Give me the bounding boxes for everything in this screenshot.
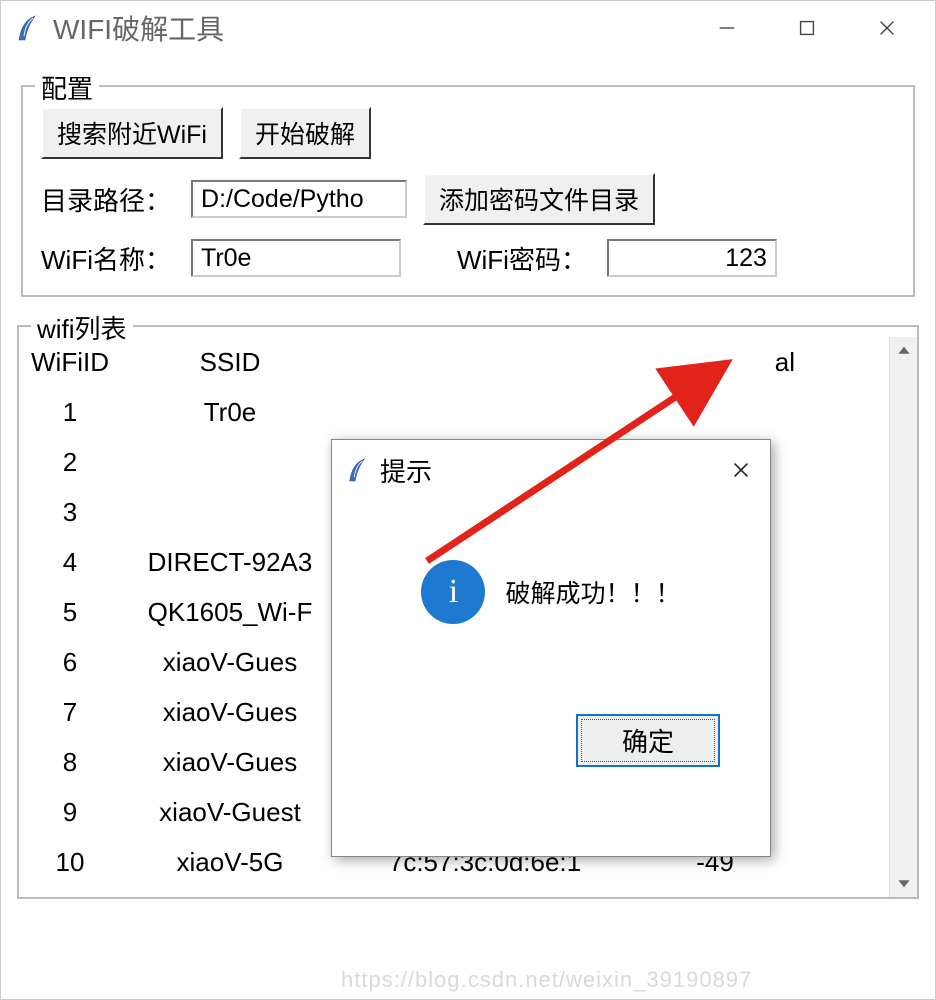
maximize-button[interactable]: [787, 8, 827, 48]
cell-id: 5: [25, 597, 115, 628]
cell-id: 6: [25, 647, 115, 678]
cell-ssid: xiaoV-Gues: [115, 697, 345, 728]
dialog-message: 破解成功！！！: [505, 574, 680, 610]
dialog-app-icon: [346, 457, 368, 483]
scroll-up-icon[interactable]: [890, 337, 917, 365]
cell-id: 3: [25, 497, 115, 528]
path-input[interactable]: [191, 180, 407, 218]
close-button[interactable]: [867, 8, 907, 48]
cell-ssid: xiaoV-Guest: [115, 797, 345, 828]
cell-id: 2: [25, 447, 115, 478]
dialog-close-button[interactable]: [726, 455, 756, 485]
table-row[interactable]: 1Tr0e: [25, 387, 883, 437]
cell-ssid: QK1605_Wi-F: [115, 597, 345, 628]
minimize-button[interactable]: [707, 8, 747, 48]
wifi-name-input[interactable]: [191, 239, 401, 277]
cell-id: 1: [25, 397, 115, 428]
main-window: WIFI破解工具 配置 搜索附近WiFi 开始破解 目录路径： 添加密码文件目录…: [0, 0, 936, 1000]
wifi-password-label: WiFi密码：: [457, 240, 587, 277]
wifi-list-group-label: wifi列表: [31, 309, 133, 346]
search-wifi-button[interactable]: 搜索附近WiFi: [41, 107, 223, 159]
wifi-name-label: WiFi名称：: [41, 240, 171, 277]
table-header-row: WiFiID SSID al: [25, 337, 883, 387]
cell-ssid: DIRECT-92A3: [115, 547, 345, 578]
cell-id: 9: [25, 797, 115, 828]
config-group: 配置 搜索附近WiFi 开始破解 目录路径： 添加密码文件目录 WiFi名称： …: [21, 85, 915, 297]
window-title: WIFI破解工具: [53, 8, 707, 48]
start-crack-button[interactable]: 开始破解: [239, 107, 371, 159]
window-controls: [707, 8, 927, 48]
path-label: 目录路径：: [41, 181, 171, 218]
cell-ssid: xiaoV-Gues: [115, 647, 345, 678]
info-icon: i: [421, 560, 485, 624]
cell-ssid: xiaoV-5G: [115, 847, 345, 878]
header-signal: al: [625, 347, 805, 378]
cell-ssid: xiaoV-Gues: [115, 747, 345, 778]
wifi-password-input[interactable]: [607, 239, 777, 277]
cell-id: 8: [25, 747, 115, 778]
cell-id: 10: [25, 847, 115, 878]
cell-id: 4: [25, 547, 115, 578]
dialog-titlebar: 提示: [332, 440, 770, 500]
vertical-scrollbar[interactable]: [889, 337, 917, 897]
header-id: WiFiID: [25, 347, 115, 378]
scroll-down-icon[interactable]: [890, 869, 917, 897]
cell-id: 7: [25, 697, 115, 728]
dialog-ok-button[interactable]: 确定: [576, 714, 720, 767]
titlebar: WIFI破解工具: [1, 1, 935, 55]
config-group-label: 配置: [35, 69, 99, 106]
watermark-text: https://blog.csdn.net/weixin_39190897: [341, 967, 752, 993]
cell-ssid: Tr0e: [115, 397, 345, 428]
header-ssid: SSID: [115, 347, 345, 378]
add-dict-dir-button[interactable]: 添加密码文件目录: [423, 173, 655, 225]
message-dialog: 提示 i 破解成功！！！ 确定: [331, 439, 771, 857]
app-icon: [15, 14, 39, 42]
dialog-title: 提示: [380, 452, 726, 489]
